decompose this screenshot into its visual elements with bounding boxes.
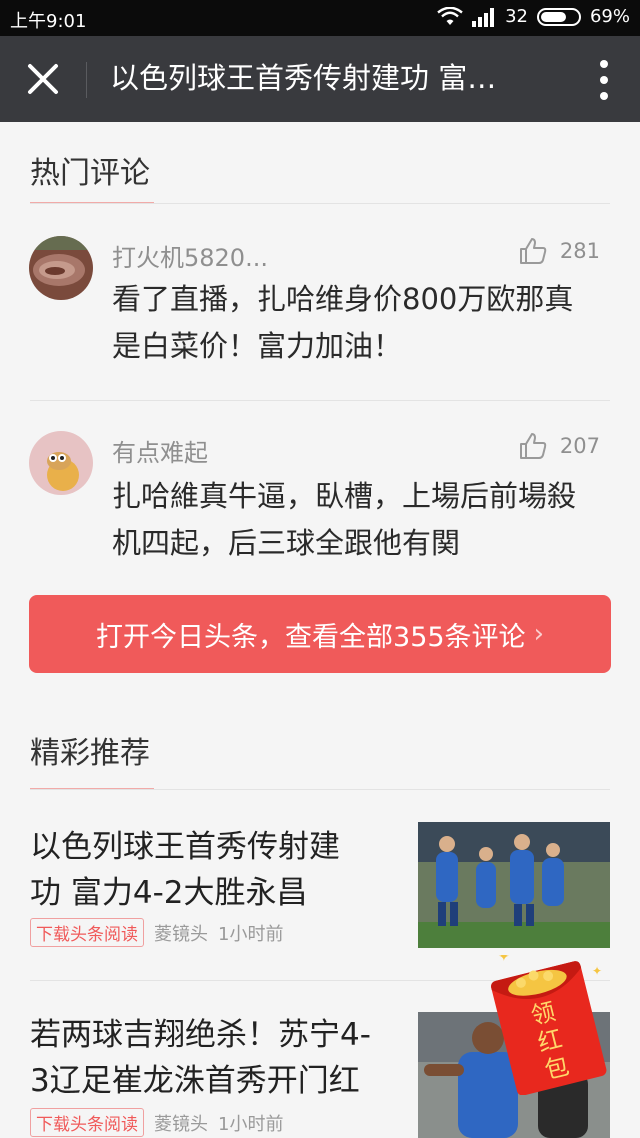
recommend-heading: 精彩推荐 — [30, 736, 150, 771]
screen: 上午9:01 32 69% 以色列球王首秀传射建功 富… 热门评论 打火机582… — [0, 0, 640, 1138]
download-tag[interactable]: 下载头条阅读 — [30, 1108, 144, 1137]
close-button[interactable] — [22, 58, 64, 100]
like-count: 281 — [559, 239, 600, 263]
avatar[interactable] — [29, 431, 93, 495]
comment-username[interactable]: 有点难起 — [112, 433, 208, 468]
article-title-line: 功 富力4-2大胜永昌 — [30, 875, 308, 911]
avatar[interactable] — [29, 236, 93, 300]
article-meta: 下载头条阅读 菱镜头 1小时前 — [30, 1108, 283, 1137]
open-app-comments-button[interactable]: 打开今日头条，查看全部355条评论 › — [29, 595, 611, 673]
wifi-icon — [437, 6, 463, 25]
article-title-line: 以色列球王首秀传射建 — [30, 829, 340, 865]
thumbs-up-icon — [519, 433, 547, 459]
red-envelope-button[interactable]: ✦ ✦ 领红包 — [488, 949, 613, 1096]
like-button[interactable]: 207 — [518, 431, 600, 461]
article-source: 菱镜头 — [154, 1113, 208, 1135]
signal-number: 32 — [505, 6, 528, 27]
more-vertical-icon — [600, 60, 608, 100]
article-source: 菱镜头 — [154, 923, 208, 945]
like-count: 207 — [559, 434, 600, 458]
article-title-line: 3辽足崔龙洙首秀开门红 — [30, 1063, 360, 1099]
title-bar: 以色列球王首秀传射建功 富… — [0, 36, 640, 122]
chevron-right-icon: › — [533, 619, 544, 649]
article-time: 1小时前 — [218, 923, 284, 945]
comment-text-line: 机四起，后三球全跟他有関 — [112, 526, 461, 560]
status-bar: 上午9:01 32 69% — [0, 0, 640, 36]
signal-icon — [472, 7, 495, 27]
close-icon — [28, 64, 58, 94]
svg-text:✦: ✦ — [592, 964, 602, 978]
recommend-rule — [30, 789, 610, 790]
avatar-image — [29, 236, 93, 300]
article-title: 以色列球王首秀传射建 功 富力4-2大胜永昌 — [30, 824, 400, 916]
comment-text-line: 看了直播，扎哈维身价800万欧那真 — [112, 282, 574, 316]
comment-text-line: 扎哈維真牛逼，臥槽，上場后前場殺 — [112, 479, 577, 513]
svg-text:✦: ✦ — [498, 955, 510, 965]
article-title: 若两球吉翔绝杀！苏宁4- 3辽足崔龙洙首秀开门红 — [30, 1012, 400, 1104]
cta-label: 打开今日头条，查看全部355条评论 — [96, 621, 526, 653]
thumbs-up-icon — [519, 238, 547, 264]
article-meta: 下载头条阅读 菱镜头 1小时前 — [30, 918, 283, 947]
page-title: 以色列球王首秀传射建功 富… — [110, 61, 497, 95]
battery-icon — [536, 7, 581, 26]
title-divider — [86, 62, 87, 98]
hot-comments-rule — [30, 203, 610, 204]
avatar-image — [29, 431, 93, 495]
comment-text: 看了直播，扎哈维身价800万欧那真 是白菜价！富力加油！ — [112, 276, 612, 370]
hot-comments-heading: 热门评论 — [30, 156, 150, 191]
comment-username[interactable]: 打火机5820... — [112, 238, 268, 273]
article-thumbnail — [418, 822, 610, 948]
like-button[interactable]: 281 — [518, 236, 600, 266]
comment-text: 扎哈維真牛逼，臥槽，上場后前場殺 机四起，后三球全跟他有関 — [112, 473, 612, 567]
comment-text-line: 是白菜价！富力加油！ — [112, 329, 403, 363]
article-time: 1小时前 — [218, 1113, 284, 1135]
comment-divider — [30, 400, 610, 401]
download-tag[interactable]: 下载头条阅读 — [30, 918, 144, 947]
status-icons: 32 69% — [437, 6, 630, 27]
battery-percent: 69% — [589, 6, 630, 27]
status-time: 上午9:01 — [10, 11, 87, 32]
more-button[interactable] — [596, 56, 612, 104]
article-title-line: 若两球吉翔绝杀！苏宁4- — [30, 1017, 371, 1053]
